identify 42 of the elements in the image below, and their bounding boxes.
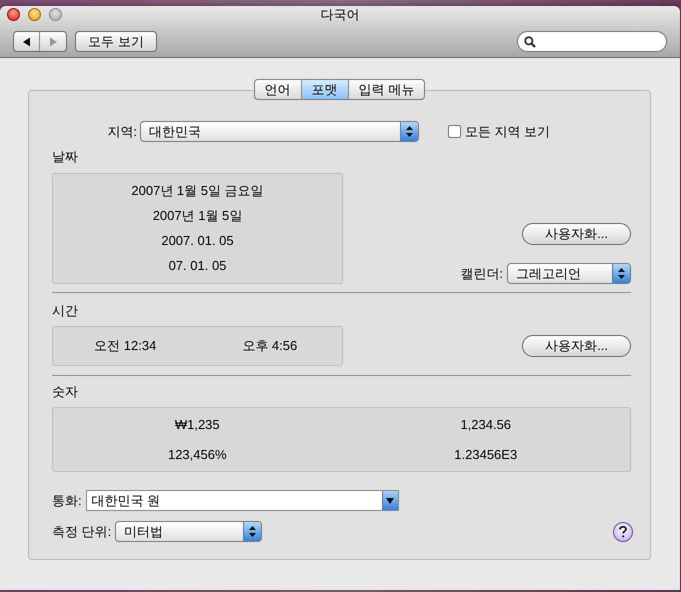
question-mark-icon	[619, 526, 627, 538]
measurement-units-label: 측정 단위:	[52, 522, 112, 541]
section-heading: 숫자	[52, 384, 79, 400]
help-button[interactable]	[613, 522, 633, 542]
date-sample: 2007년 1월 5일	[152, 207, 242, 225]
forward-icon	[48, 36, 58, 46]
date-sample: 2007년 1월 5일 금요일	[131, 182, 264, 200]
show-all-button[interactable]: 모두 보기	[75, 31, 157, 52]
back-icon	[22, 36, 31, 46]
zoom-button[interactable]	[49, 8, 62, 21]
up-down-arrows-icon	[249, 526, 256, 537]
currency-combo-box[interactable]: 대한민국 원	[86, 490, 399, 511]
search-field[interactable]	[517, 31, 667, 52]
region-label: 지역:	[106, 122, 138, 141]
customize-button[interactable]: 사용자화...	[522, 223, 631, 245]
number-sample: 1.23456E3	[454, 446, 518, 462]
up-down-arrows-icon	[406, 126, 413, 137]
dropdown-arrow-icon	[386, 498, 394, 504]
date-sample: 2007. 01. 05	[161, 232, 234, 250]
checkbox[interactable]	[448, 125, 461, 138]
tab[interactable]: 포맷	[300, 80, 348, 99]
number-sample: 1,234.56	[460, 416, 512, 432]
section-heading: 시간	[52, 303, 79, 319]
close-button[interactable]	[7, 8, 20, 21]
time-sample: 오전 12:34	[94, 337, 156, 356]
measurement-units-popup[interactable]: 미터법	[115, 521, 262, 542]
number-sample: ₩1,235	[174, 416, 220, 432]
date-sample: 07. 01. 05	[168, 257, 226, 275]
tab[interactable]: 언어	[254, 80, 301, 99]
number-sample: 123,456%	[168, 446, 227, 462]
window-title: 다국어	[320, 7, 360, 23]
region-popup[interactable]: 대한민국	[140, 121, 419, 142]
calendar-label: 캘린더:	[460, 264, 503, 283]
section-heading: 날짜	[52, 149, 79, 165]
calendar-popup[interactable]: 그레고리언	[507, 263, 631, 284]
up-down-arrows-icon	[618, 268, 625, 279]
currency-label: 통화:	[52, 492, 82, 510]
search-icon	[524, 36, 536, 48]
time-sample: 오후 4:56	[242, 337, 298, 356]
minimize-button[interactable]	[28, 8, 41, 21]
customize-button[interactable]: 사용자화...	[522, 335, 631, 357]
checkbox-label: 모든 지역 보기	[465, 122, 550, 141]
